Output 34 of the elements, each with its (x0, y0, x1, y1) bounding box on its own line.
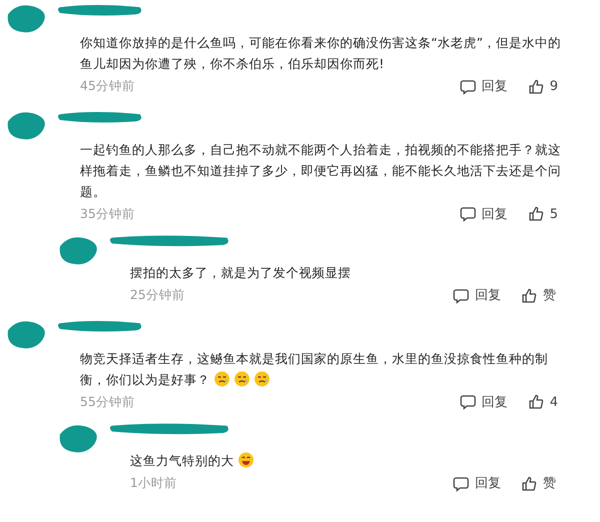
timestamp: 25分钟前 (130, 286, 185, 304)
thumbs-up-icon (528, 206, 544, 222)
comment-text: 摆拍的太多了，就是为了发个视频显摆 (130, 264, 352, 282)
comment-text: 物竞天择适者生存，这鳡鱼本就是我们国家的原生鱼，水里的鱼没掠食性鱼种的制衡，你们以为是好事？ (80, 350, 549, 388)
like-button[interactable]: 赞 (521, 286, 556, 306)
timestamp: 45分钟前 (80, 77, 135, 96)
reply-button[interactable]: 回复 (460, 392, 508, 412)
comment-icon (460, 78, 476, 95)
timestamp: 35分钟前 (80, 204, 135, 223)
comment-icon (460, 206, 476, 222)
emoji-icon (238, 452, 254, 468)
thumbs-up-icon (521, 288, 537, 304)
comment-icon (453, 288, 469, 304)
reply-button[interactable]: 回复 (453, 286, 501, 306)
emoji-icon (214, 370, 230, 386)
like-button[interactable]: 5 (528, 204, 558, 224)
comment-icon (453, 476, 469, 492)
thumbs-up-icon (528, 394, 544, 410)
like-button[interactable]: 9 (528, 77, 558, 96)
timestamp: 1小时前 (130, 474, 177, 492)
like-button[interactable]: 赞 (521, 474, 556, 494)
comment-text: 这鱼力气特别的大 (130, 450, 600, 471)
thumbs-up-icon (528, 78, 544, 95)
thumbs-up-icon (521, 476, 537, 492)
reply-button[interactable]: 回复 (460, 204, 508, 224)
emoji-icon (254, 370, 270, 386)
comment-text: 一起钓鱼的人那么多，自己抱不动就不能两个人抬着走，拍视频的不能搭把手？就这样拖着走，鱼鳞也不知道挂掉了多少，即便它再凶猛，能不能长久地活下去还是个问题。 (80, 140, 562, 200)
comment-text: 你知道你放掉的是什么鱼吗，可能在你看来你的确没伤害这条“水老虎”，但是水中的鱼儿却因为你遭了殃，你不杀伯乐，伯乐却因你而死! (80, 34, 562, 73)
emoji-icon (234, 370, 250, 386)
reply-button[interactable]: 回复 (453, 474, 501, 494)
comment-icon (460, 394, 476, 410)
like-button[interactable]: 4 (528, 392, 558, 412)
reply-button[interactable]: 回复 (460, 77, 508, 96)
timestamp: 55分钟前 (80, 392, 135, 411)
